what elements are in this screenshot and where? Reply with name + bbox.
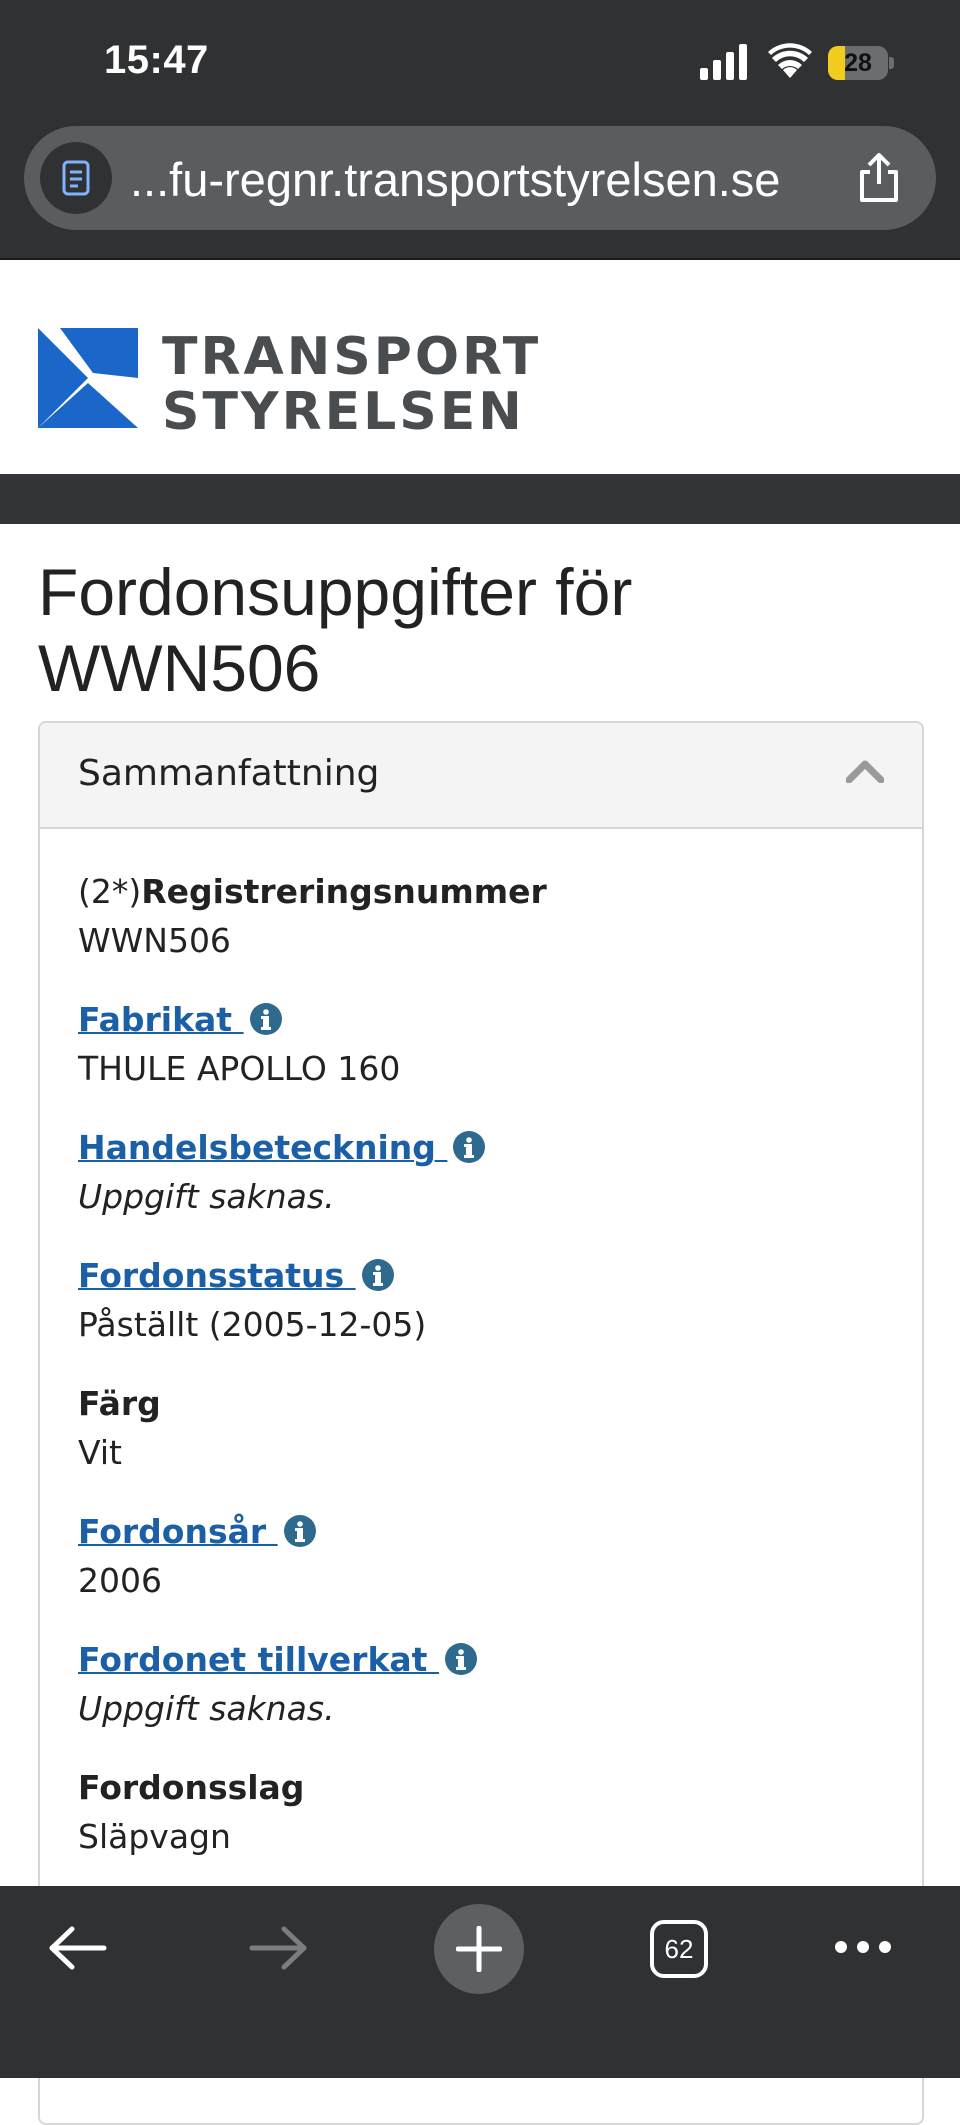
field-fordonsslag: Fordonsslag Släpvagn	[78, 1765, 898, 1863]
field-value: Vit	[78, 1433, 122, 1472]
wifi-icon	[768, 43, 812, 78]
field-label-link[interactable]: Fordonsår	[78, 1512, 278, 1551]
field-fordonet-tillverkat: Fordonet tillverkat Uppgift saknas.	[78, 1637, 898, 1735]
info-icon[interactable]	[249, 1003, 282, 1035]
info-icon[interactable]	[361, 1259, 394, 1291]
share-icon[interactable]	[856, 152, 902, 204]
page-icon[interactable]	[40, 142, 112, 214]
divider	[0, 258, 960, 260]
field-handelsbeteckning: Handelsbeteckning Uppgift saknas.	[78, 1125, 898, 1223]
transportstyrelsen-logo[interactable]: TRANSPORT STYRELSEN	[38, 326, 538, 440]
field-value: Uppgift saknas.	[78, 1689, 335, 1728]
field-prefix: (2*)	[78, 872, 142, 911]
browser-toolbar: ...fu-regnr.transportstyrelsen.se	[0, 120, 960, 260]
page-title: Fordonsuppgifter för WWN506	[38, 555, 633, 705]
field-fordonsar: Fordonsår 2006	[78, 1509, 898, 1607]
field-value: Uppgift saknas.	[78, 1177, 335, 1216]
address-bar[interactable]: ...fu-regnr.transportstyrelsen.se	[24, 126, 936, 230]
chevron-up-icon[interactable]	[846, 759, 884, 783]
more-icon[interactable]	[834, 1940, 892, 1954]
field-fordonsstatus: Fordonsstatus Påställt (2005-12-05)	[78, 1253, 898, 1351]
summary-panel-header[interactable]: Sammanfattning	[40, 723, 922, 829]
field-value: Påställt (2005-12-05)	[78, 1305, 427, 1344]
browser-bottom-toolbar: 62	[0, 1886, 960, 2078]
plus-icon	[456, 1926, 502, 1972]
forward-arrow-icon[interactable]	[248, 1926, 308, 1970]
info-icon[interactable]	[453, 1131, 486, 1163]
info-icon[interactable]	[444, 1643, 477, 1675]
field-value: THULE APOLLO 160	[78, 1049, 401, 1088]
field-label: Registreringsnummer	[141, 872, 547, 911]
new-tab-button[interactable]	[434, 1904, 524, 1994]
battery-icon: 28	[828, 46, 894, 80]
field-farg: Färg Vit	[78, 1381, 898, 1479]
field-label-link[interactable]: Fabrikat	[78, 1000, 244, 1039]
back-arrow-icon[interactable]	[48, 1926, 108, 1970]
field-label: Färg	[78, 1384, 161, 1423]
battery-level: 28	[844, 49, 872, 77]
field-label: Fordonsslag	[78, 1768, 305, 1807]
field-value: Släpvagn	[78, 1817, 231, 1856]
tabs-icon[interactable]: 62	[650, 1920, 708, 1978]
clock: 15:47	[104, 38, 209, 82]
field-label-link[interactable]: Fordonet tillverkat	[78, 1640, 439, 1679]
field-label-link[interactable]: Handelsbeteckning	[78, 1128, 447, 1167]
tabs-count: 62	[664, 1934, 694, 1964]
site-header: TRANSPORT STYRELSEN	[0, 276, 960, 474]
field-value: 2006	[78, 1561, 162, 1600]
navigation-band	[0, 474, 960, 524]
status-bar: 15:47 28	[0, 0, 960, 120]
field-label-link[interactable]: Fordonsstatus	[78, 1256, 356, 1295]
summary-panel-title: Sammanfattning	[78, 753, 380, 794]
logo-text: TRANSPORT STYRELSEN	[162, 327, 542, 442]
field-fabrikat: Fabrikat THULE APOLLO 160	[78, 997, 898, 1095]
signal-icon	[700, 44, 747, 80]
url-text[interactable]: ...fu-regnr.transportstyrelsen.se	[130, 152, 870, 207]
info-icon[interactable]	[283, 1515, 316, 1547]
field-registreringsnummer: (2*)Registreringsnummer WWN506	[78, 869, 898, 967]
logo-mark-icon	[38, 328, 138, 428]
field-value: WWN506	[78, 921, 231, 960]
